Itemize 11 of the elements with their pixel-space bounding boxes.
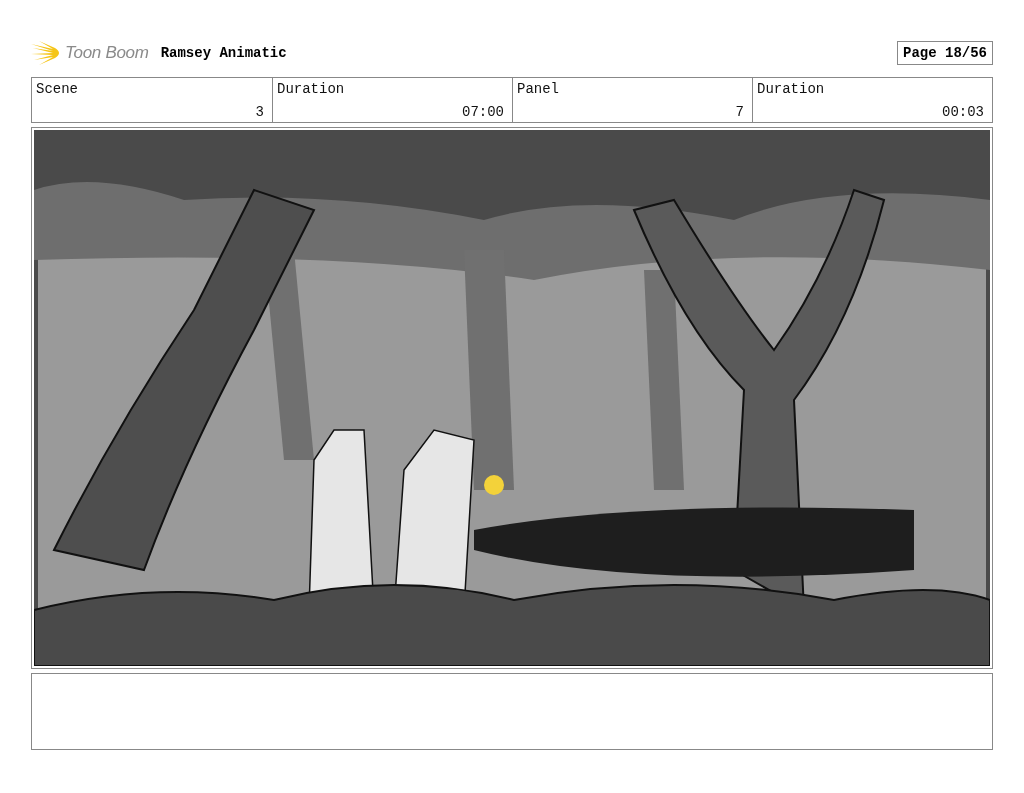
cell-value: 00:03	[942, 104, 984, 120]
cell-value: 7	[735, 104, 744, 120]
logo-text: Toon Boom	[65, 43, 149, 63]
page-number: Page 18/56	[897, 41, 993, 65]
project-title: Ramsey Animatic	[160, 45, 287, 61]
cell-label: Scene	[36, 81, 79, 97]
cell-value: 3	[255, 104, 264, 120]
cell-label: Duration	[757, 81, 826, 97]
cell-label: Duration	[277, 81, 346, 97]
cell-label: Panel	[517, 81, 560, 97]
cell-value: 07:00	[462, 104, 504, 120]
